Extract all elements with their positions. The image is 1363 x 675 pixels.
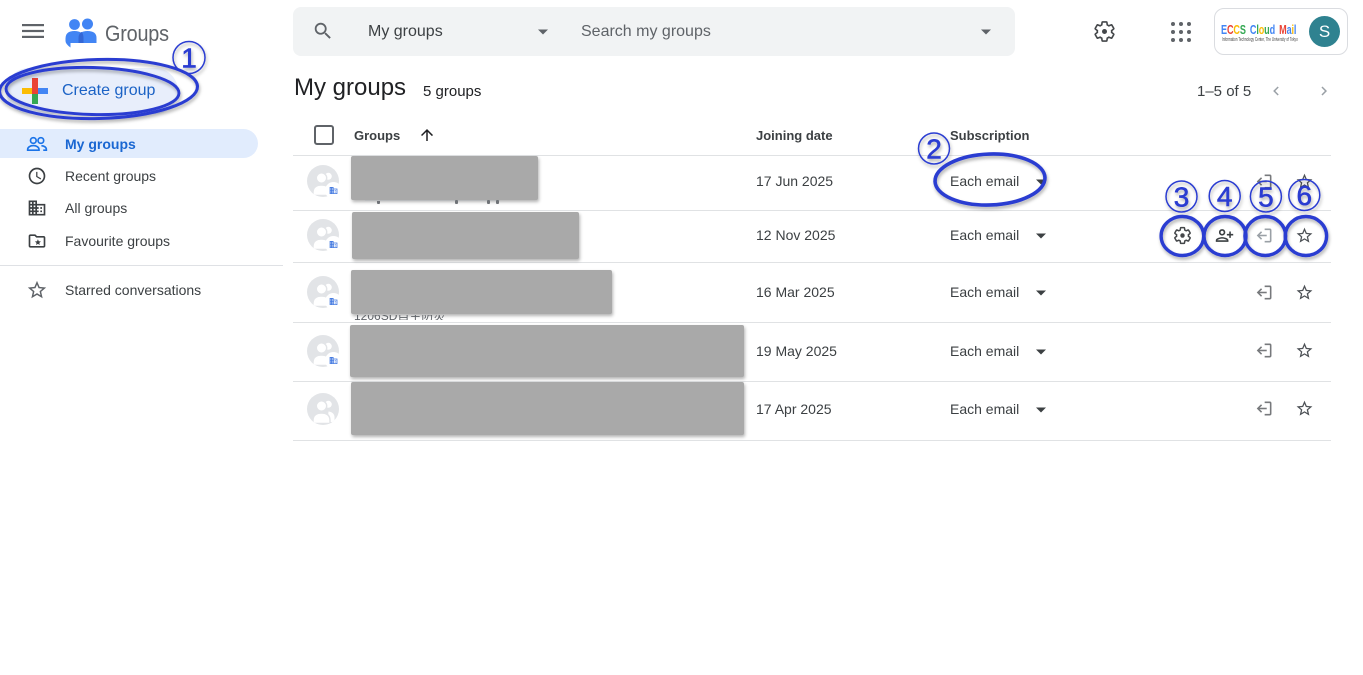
svg-text:5: 5 (1258, 182, 1274, 213)
svg-text:4: 4 (1217, 181, 1233, 212)
svg-text:3: 3 (1174, 182, 1190, 213)
svg-text:6: 6 (1297, 180, 1313, 211)
svg-text:2: 2 (926, 134, 942, 165)
svg-text:1: 1 (181, 43, 197, 74)
